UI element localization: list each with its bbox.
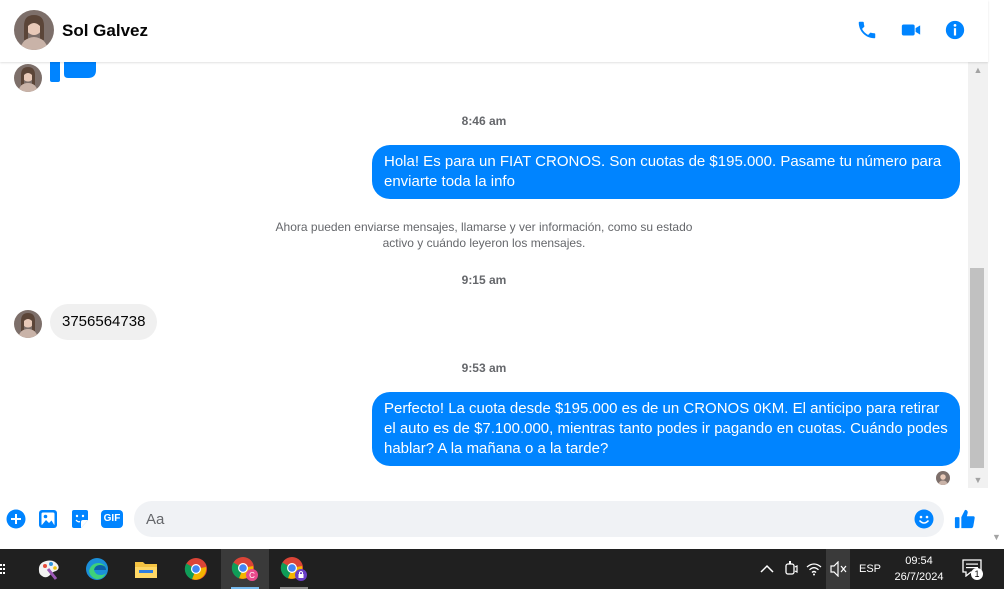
notification-center-icon[interactable]: 1 bbox=[962, 559, 984, 581]
messenger-window: Sol Galvez 8:46 am Hola! Es para un FIAT… bbox=[0, 0, 1004, 589]
image-icon[interactable] bbox=[38, 509, 58, 529]
video-icon[interactable] bbox=[899, 18, 923, 42]
windows-taskbar: C ESP 09:54 26/7/2024 1 bbox=[0, 549, 1004, 589]
chrome-profile-c-icon[interactable]: C bbox=[221, 549, 269, 589]
emoji-icon[interactable] bbox=[914, 509, 934, 529]
page-scroll-down-arrow-icon[interactable]: ▼ bbox=[992, 532, 1001, 542]
plus-icon[interactable] bbox=[6, 509, 26, 529]
scroll-down-arrow-icon[interactable]: ▼ bbox=[968, 472, 988, 488]
contact-name[interactable]: Sol Galvez bbox=[62, 21, 148, 41]
wifi-icon[interactable] bbox=[806, 561, 822, 577]
file-explorer-icon[interactable] bbox=[122, 549, 170, 589]
outgoing-message[interactable]: Perfecto! La cuota desde $195.000 es de … bbox=[372, 392, 960, 466]
conversation-header: Sol Galvez bbox=[0, 0, 988, 62]
chrome-icon[interactable] bbox=[172, 549, 220, 589]
svg-text:C: C bbox=[249, 571, 255, 580]
start-button-icon[interactable] bbox=[0, 561, 8, 577]
chat-scrollbar[interactable]: ▲ ▼ bbox=[968, 62, 988, 488]
meet-now-icon[interactable] bbox=[784, 561, 798, 577]
scroll-thumb[interactable] bbox=[970, 268, 984, 468]
sender-avatar bbox=[14, 64, 42, 92]
message-list: 8:46 am Hola! Es para un FIAT CRONOS. So… bbox=[0, 62, 968, 488]
outgoing-message[interactable]: Hola! Es para un FIAT CRONOS. Son cuotas… bbox=[372, 145, 960, 199]
notification-count-badge: 1 bbox=[971, 568, 983, 580]
gif-label: GIF bbox=[103, 513, 121, 524]
page-scrollbar[interactable]: ▼ bbox=[988, 0, 1004, 549]
read-receipt-avatar bbox=[936, 471, 950, 485]
volume-muted-icon[interactable] bbox=[826, 549, 850, 589]
message-input[interactable] bbox=[134, 501, 944, 537]
message-timestamp: 9:15 am bbox=[461, 273, 507, 287]
message-timestamp: 9:53 am bbox=[461, 361, 507, 375]
paint-icon[interactable] bbox=[25, 549, 73, 589]
clock-date: 26/7/2024 bbox=[894, 571, 944, 583]
message-composer: GIF bbox=[0, 488, 988, 549]
clock-time: 09:54 bbox=[905, 555, 933, 567]
edge-icon[interactable] bbox=[73, 549, 121, 589]
like-button-icon[interactable] bbox=[953, 509, 977, 529]
show-hidden-icons-icon[interactable] bbox=[760, 561, 774, 577]
gif-icon[interactable]: GIF bbox=[100, 509, 124, 529]
like-sticker-icon bbox=[50, 62, 98, 91]
sticker-icon[interactable] bbox=[70, 509, 90, 529]
chrome-profile-locked-icon[interactable] bbox=[270, 549, 318, 589]
info-icon[interactable] bbox=[943, 18, 967, 42]
contact-avatar[interactable] bbox=[14, 10, 54, 50]
system-notice: Ahora pueden enviarse mensajes, llamarse… bbox=[275, 220, 693, 250]
system-clock[interactable]: 09:54 26/7/2024 bbox=[888, 553, 950, 585]
scroll-up-arrow-icon[interactable]: ▲ bbox=[968, 62, 988, 78]
incoming-message[interactable]: 3756564738 bbox=[50, 304, 158, 340]
message-timestamp: 8:46 am bbox=[461, 114, 507, 128]
sender-avatar bbox=[14, 310, 42, 338]
input-language[interactable]: ESP bbox=[859, 561, 881, 577]
phone-icon[interactable] bbox=[855, 18, 879, 42]
